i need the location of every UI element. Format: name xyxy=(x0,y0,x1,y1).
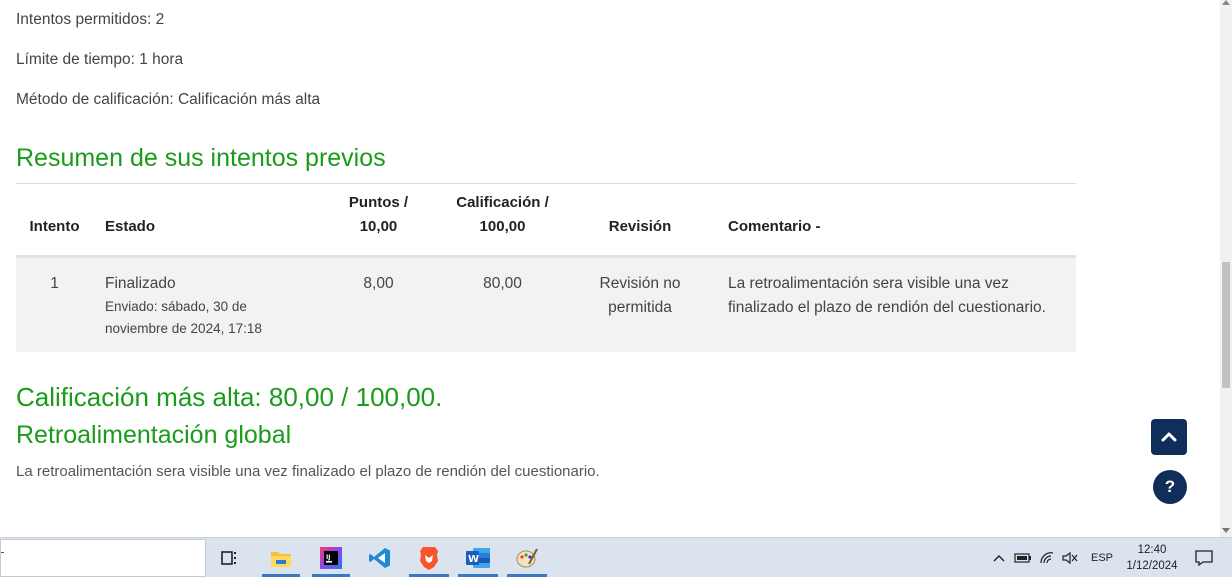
svg-text:W: W xyxy=(468,554,479,565)
battery-icon[interactable] xyxy=(1014,552,1032,564)
grading-method: Método de calificación: Calificación más… xyxy=(16,91,321,108)
brave-browser-icon[interactable] xyxy=(415,544,443,572)
intellij-icon[interactable]: IJ xyxy=(317,544,345,572)
taskbar-clock[interactable]: 12:40 1/12/2024 xyxy=(1120,542,1184,574)
clock-time: 12:40 xyxy=(1137,544,1167,556)
cell-review: Revisión no permitida xyxy=(564,256,716,352)
col-points-line2: 10,00 xyxy=(359,217,398,235)
scroll-down-arrow-icon[interactable] xyxy=(1222,528,1230,533)
windows-taskbar: IJ W ESP 12:40 1/12/2024 xyxy=(0,537,1232,577)
cell-status: Finalizado Enviado: sábado, 30 de noviem… xyxy=(93,256,316,352)
scroll-thumb[interactable] xyxy=(1222,262,1230,388)
chevron-up-icon xyxy=(1161,432,1177,442)
col-status: Estado xyxy=(93,184,316,258)
cell-grade: 80,00 xyxy=(441,256,564,352)
chevron-up-icon[interactable] xyxy=(992,553,1006,563)
table-row: 1 Finalizado Enviado: sábado, 30 de novi… xyxy=(16,256,1076,352)
best-grade: Calificación más alta: 80,00 / 100,00. xyxy=(16,382,443,412)
col-grade-line1: Calificación / xyxy=(456,193,549,211)
attempts-allowed: Intentos permitidos: 2 xyxy=(16,11,165,28)
system-tray: ESP xyxy=(992,538,1113,577)
time-limit: Límite de tiempo: 1 hora xyxy=(16,51,184,68)
col-comment: Comentario - xyxy=(716,184,1076,258)
notifications-icon[interactable] xyxy=(1190,544,1218,572)
svg-text:IJ: IJ xyxy=(326,554,330,561)
attempts-table: Intento Estado Puntos / 10,00 Calificació… xyxy=(16,184,1076,352)
quiz-page: Intentos permitidos: 2 Límite de tiempo:… xyxy=(0,0,1220,537)
help-icon: ? xyxy=(1164,477,1176,496)
col-attempt: Intento xyxy=(16,184,93,258)
status-text: Finalizado xyxy=(105,274,176,292)
col-points: Puntos / 10,00 xyxy=(316,184,441,258)
feedback-heading: Retroalimentación global xyxy=(16,421,292,449)
taskbar-search-box[interactable] xyxy=(0,539,206,577)
volume-muted-icon[interactable] xyxy=(1061,551,1079,565)
task-view-icon[interactable] xyxy=(216,544,244,572)
back-to-top-button[interactable] xyxy=(1151,419,1187,455)
wifi-icon[interactable] xyxy=(1039,551,1055,565)
cell-attempt: 1 xyxy=(16,256,93,352)
file-explorer-icon[interactable] xyxy=(267,544,295,572)
help-button[interactable]: ? xyxy=(1153,470,1187,504)
col-review: Revisión xyxy=(564,184,716,258)
summary-heading: Resumen de sus intentos previos xyxy=(16,144,386,172)
col-points-line1: Puntos / xyxy=(348,193,409,211)
cell-points: 8,00 xyxy=(316,256,441,352)
clock-date: 1/12/2024 xyxy=(1126,560,1178,572)
language-indicator[interactable]: ESP xyxy=(1091,552,1113,564)
page-scrollbar[interactable] xyxy=(1220,0,1232,537)
table-header-row: Intento Estado Puntos / 10,00 Calificació… xyxy=(16,184,1076,258)
submitted-date: Enviado: sábado, 30 de noviembre de 2024… xyxy=(105,298,262,336)
scroll-up-arrow-icon[interactable] xyxy=(1222,0,1230,5)
cell-comment: La retroalimentación sera visible una ve… xyxy=(716,256,1076,352)
word-icon[interactable]: W xyxy=(464,544,492,572)
col-grade-line2: 100,00 xyxy=(479,217,526,235)
feedback-text: La retroalimentación sera visible una ve… xyxy=(16,463,600,480)
vscode-icon[interactable] xyxy=(366,544,394,572)
paint-icon[interactable] xyxy=(513,544,541,572)
col-grade: Calificación / 100,00 xyxy=(441,184,564,258)
